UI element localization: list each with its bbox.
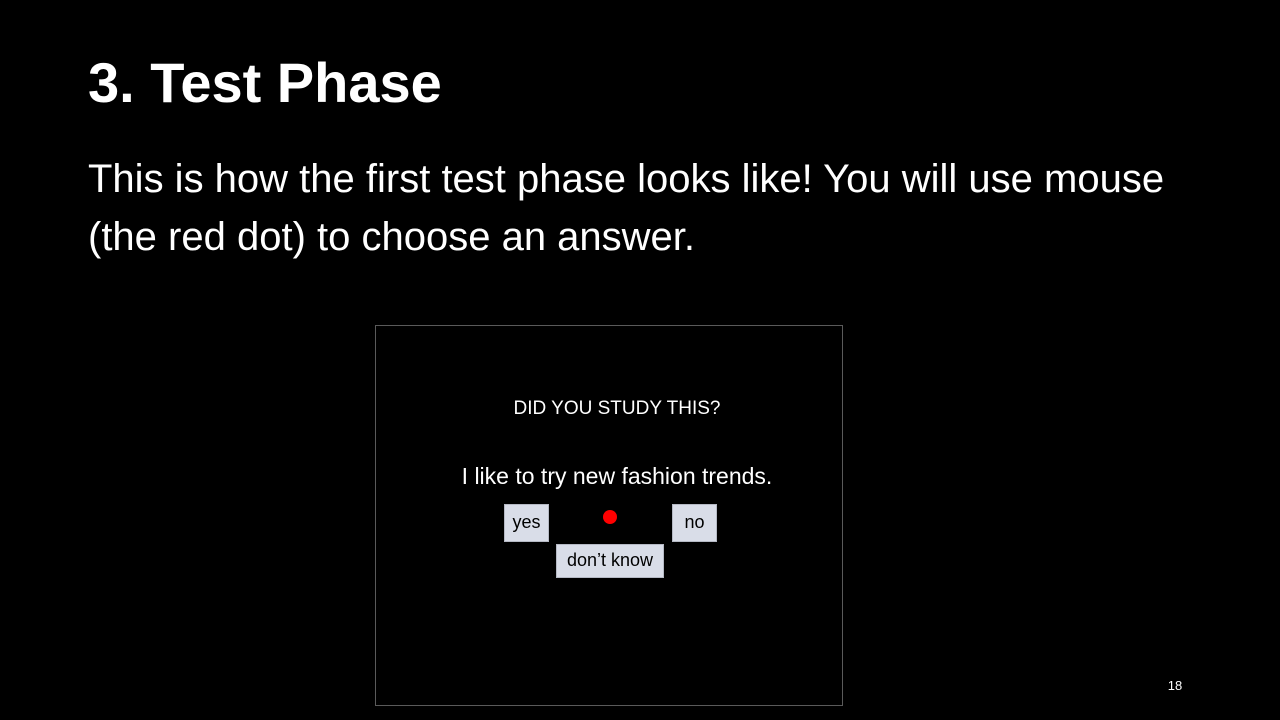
no-button[interactable]: no: [672, 504, 717, 542]
test-statement: I like to try new fashion trends.: [461, 463, 773, 489]
slide-title: 3. Test Phase: [88, 51, 442, 114]
slide: 3. Test Phase This is how the first test…: [0, 0, 1280, 720]
test-phase-screen: DID YOU STUDY THIS? I like to try new fa…: [375, 325, 843, 706]
page-number: 18: [1167, 678, 1183, 693]
red-dot-cursor-icon: [603, 510, 617, 524]
yes-button[interactable]: yes: [504, 504, 549, 542]
dont-know-button[interactable]: don’t know: [556, 544, 664, 578]
slide-body-text: This is how the first test phase looks l…: [88, 157, 1165, 259]
question-prompt: DID YOU STUDY THIS?: [513, 398, 721, 419]
